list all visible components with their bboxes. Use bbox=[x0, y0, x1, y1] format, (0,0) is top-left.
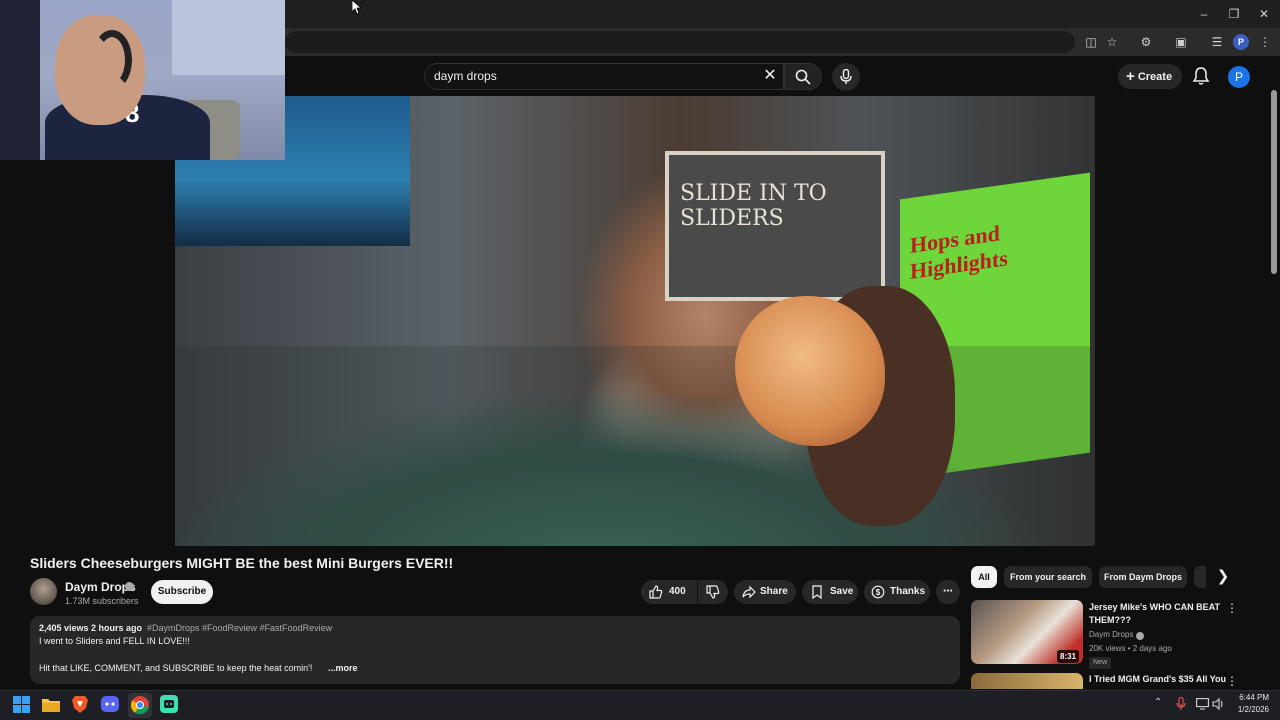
video-sign-text: SLIDE IN TO SLIDERS bbox=[680, 181, 827, 231]
clear-search-icon[interactable]: ✕ bbox=[762, 67, 778, 85]
svg-text:$: $ bbox=[876, 588, 881, 597]
bookmark-icon bbox=[812, 585, 822, 599]
install-app-icon[interactable]: ◫ bbox=[1082, 33, 1100, 51]
kebab-menu-icon[interactable]: ⋮ bbox=[1226, 601, 1238, 617]
recommendation-meta: 20K views • 2 days ago bbox=[1089, 644, 1172, 653]
verified-badge-icon bbox=[1136, 632, 1144, 640]
mouse-cursor-icon bbox=[352, 0, 362, 14]
webcam-window bbox=[172, 0, 285, 75]
taskbar-clock-date[interactable]: 1/2/2026 bbox=[1233, 705, 1269, 714]
bookmark-star-icon[interactable]: ☆ bbox=[1103, 33, 1121, 51]
like-count: 400 bbox=[669, 586, 686, 597]
description-hashtags[interactable]: #DaymDrops #FoodReview #FastFoodReview bbox=[147, 623, 332, 633]
search-query-text[interactable]: daym drops bbox=[434, 69, 497, 83]
more-actions-icon[interactable]: ⋯ bbox=[936, 580, 960, 604]
recommendation-channel[interactable]: Daym Drops bbox=[1089, 630, 1133, 639]
kebab-menu-icon[interactable]: ⋮ bbox=[1226, 674, 1238, 688]
webcam-headset bbox=[92, 30, 132, 90]
like-button[interactable]: 400 bbox=[641, 580, 697, 604]
dislike-button[interactable] bbox=[698, 580, 728, 604]
search-icon bbox=[795, 69, 811, 85]
plus-icon: + bbox=[1126, 68, 1135, 85]
page-scrollbar[interactable] bbox=[1271, 90, 1277, 274]
minimize-icon[interactable]: – bbox=[1194, 6, 1214, 22]
share-label: Share bbox=[760, 586, 788, 597]
create-button[interactable]: + Create bbox=[1118, 64, 1182, 89]
discord-icon[interactable] bbox=[101, 696, 119, 712]
file-explorer-icon[interactable] bbox=[42, 697, 60, 712]
split-view-icon[interactable]: ▣ bbox=[1172, 33, 1190, 51]
video-title: Sliders Cheeseburgers MIGHT BE the best … bbox=[30, 555, 454, 571]
microphone-icon bbox=[840, 69, 852, 84]
volume-icon[interactable] bbox=[1212, 698, 1224, 710]
app-bot-icon[interactable] bbox=[160, 695, 178, 713]
subscriber-count: 1.73M subscribers bbox=[65, 596, 139, 606]
video-duration: 8:31 bbox=[1057, 650, 1080, 663]
video-player[interactable]: SLIDE IN TO SLIDERS Hops and Highlights bbox=[175, 96, 1095, 546]
close-window-icon[interactable]: ✕ bbox=[1254, 6, 1274, 22]
save-label: Save bbox=[830, 586, 854, 597]
chrome-icon[interactable] bbox=[131, 696, 149, 714]
recommendation-title[interactable]: I Tried MGM Grand's $35 All You bbox=[1089, 674, 1229, 684]
recommendation-title[interactable]: Jersey Mike's WHO CAN BEAT THEM??? bbox=[1089, 601, 1224, 627]
taskbar-clock-time[interactable]: 6:44 PM bbox=[1235, 693, 1269, 702]
recommendation-thumbnail[interactable] bbox=[971, 673, 1083, 689]
account-avatar[interactable]: P bbox=[1228, 66, 1250, 88]
thanks-button[interactable]: $ Thanks bbox=[864, 580, 930, 604]
tray-overflow-icon[interactable]: ⌃ bbox=[1154, 697, 1162, 713]
microphone-tray-icon[interactable] bbox=[1176, 697, 1186, 711]
super-thanks-icon: $ bbox=[871, 585, 885, 599]
share-button[interactable]: Share bbox=[734, 580, 796, 604]
webcam-door bbox=[0, 0, 40, 160]
chip-partial[interactable] bbox=[1194, 566, 1206, 588]
browser-menu-icon[interactable]: ⋮ bbox=[1256, 33, 1274, 51]
reading-list-icon[interactable]: ☰ bbox=[1208, 33, 1226, 51]
windows-taskbar bbox=[0, 690, 1280, 720]
channel-avatar[interactable] bbox=[30, 578, 57, 605]
thumbs-down-icon bbox=[706, 585, 720, 599]
video-subject-hoodie bbox=[175, 346, 1095, 546]
notifications-bell-icon[interactable] bbox=[1191, 66, 1211, 86]
description-line-1: I went to Sliders and FELL IN LOVE!!! bbox=[39, 636, 190, 646]
extensions-icon[interactable]: ⚙ bbox=[1137, 33, 1155, 51]
save-button[interactable]: Save bbox=[802, 580, 858, 604]
brave-browser-icon[interactable] bbox=[72, 695, 88, 713]
windows-start-icon[interactable] bbox=[13, 696, 30, 713]
chip-from-your-search[interactable]: From your search bbox=[1004, 566, 1092, 588]
share-arrow-icon bbox=[742, 585, 756, 599]
new-badge: New bbox=[1089, 657, 1112, 669]
chip-all[interactable]: All bbox=[971, 566, 997, 588]
browser-profile-icon[interactable]: P bbox=[1233, 34, 1249, 50]
voice-search-button[interactable] bbox=[832, 63, 860, 91]
thanks-label: Thanks bbox=[890, 586, 926, 597]
create-label: Create bbox=[1137, 71, 1173, 83]
views-and-date: 2,405 views 2 hours ago bbox=[39, 623, 143, 633]
chip-from-daym-drops[interactable]: From Daym Drops bbox=[1099, 566, 1187, 588]
subscribe-button[interactable]: Subscribe bbox=[151, 580, 213, 604]
search-button[interactable] bbox=[784, 63, 822, 90]
webcam-overlay: 8 bbox=[0, 0, 285, 160]
thumbs-up-icon bbox=[649, 585, 663, 599]
verified-badge-icon bbox=[125, 582, 134, 591]
restore-icon[interactable]: ❐ bbox=[1224, 6, 1244, 22]
chevron-right-icon[interactable]: ❯ bbox=[1213, 567, 1233, 587]
show-more-link[interactable]: ...more bbox=[328, 663, 358, 673]
description-line-2: Hit that LIKE, COMMENT, and SUBSCRIBE to… bbox=[39, 663, 313, 673]
display-tray-icon[interactable] bbox=[1196, 698, 1209, 710]
address-bar[interactable] bbox=[285, 31, 1075, 53]
